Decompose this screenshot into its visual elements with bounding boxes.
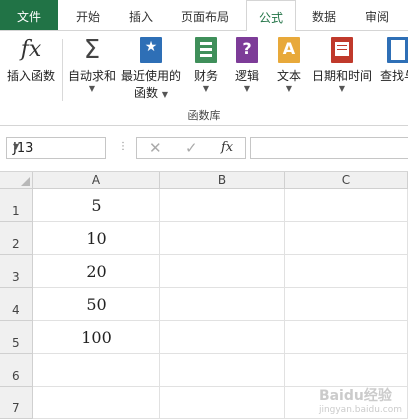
cell-b4[interactable] bbox=[160, 288, 285, 321]
tab-insert[interactable]: 插入 bbox=[118, 0, 164, 30]
cell-a7[interactable] bbox=[33, 387, 160, 419]
tab-review[interactable]: 审阅 bbox=[354, 0, 400, 30]
enter-check-icon[interactable]: ✓ bbox=[185, 139, 198, 157]
row-header-7[interactable]: 7 bbox=[0, 387, 33, 419]
chevron-down-icon: ▼ bbox=[202, 84, 210, 93]
column-header-c[interactable]: C bbox=[285, 172, 408, 189]
cell-b7[interactable] bbox=[160, 387, 285, 419]
logical-button[interactable]: ? 逻辑 ▼ bbox=[230, 35, 264, 94]
cell-a6[interactable] bbox=[33, 354, 160, 387]
star-book-icon: ★ bbox=[120, 35, 182, 65]
lookup-button[interactable]: 查找与 bbox=[376, 35, 408, 84]
text-book-icon: A bbox=[272, 35, 306, 65]
cell-a3[interactable]: 20 bbox=[33, 255, 160, 288]
cell-c1[interactable] bbox=[285, 189, 408, 222]
cell-a4[interactable]: 50 bbox=[33, 288, 160, 321]
insert-function-label: 插入函数 bbox=[6, 69, 55, 83]
cell-c6[interactable] bbox=[285, 354, 408, 387]
fx-icon: fx bbox=[20, 37, 42, 62]
row-header-2[interactable]: 2 bbox=[0, 222, 33, 255]
formula-buttons: ✕ ✓ fx bbox=[136, 137, 246, 159]
cell-b6[interactable] bbox=[160, 354, 285, 387]
financial-book-icon bbox=[188, 35, 224, 65]
lookup-book-icon bbox=[376, 35, 408, 65]
lookup-label: 查找与 bbox=[379, 69, 408, 83]
row-header-5[interactable]: 5 bbox=[0, 321, 33, 354]
cell-b2[interactable] bbox=[160, 222, 285, 255]
financial-button[interactable]: 财务 ▼ bbox=[188, 35, 224, 94]
chevron-down-icon: ▼ bbox=[243, 84, 251, 93]
formula-bar: J13 ▼ ⋮ ✕ ✓ fx bbox=[0, 127, 408, 172]
chevron-down-icon: ▼ bbox=[338, 84, 346, 93]
cell-b5[interactable] bbox=[160, 321, 285, 354]
more-dots-icon[interactable]: ⋮ bbox=[118, 141, 128, 152]
select-all-corner[interactable] bbox=[0, 172, 33, 189]
cancel-icon[interactable]: ✕ bbox=[149, 139, 162, 157]
tab-file[interactable]: 文件 bbox=[0, 0, 58, 30]
chevron-down-icon: ▼ bbox=[88, 84, 96, 93]
row-header-3[interactable]: 3 bbox=[0, 255, 33, 288]
separator bbox=[62, 39, 63, 101]
cell-c4[interactable] bbox=[285, 288, 408, 321]
financial-label: 财务 bbox=[193, 69, 218, 83]
cell-b1[interactable] bbox=[160, 189, 285, 222]
tab-formulas[interactable]: 公式 bbox=[246, 0, 296, 32]
ribbon-tab-bar: 文件 开始 插入 页面布局 公式 数据 审阅 bbox=[0, 0, 408, 32]
cell-a5[interactable]: 100 bbox=[33, 321, 160, 354]
sigma-icon: Σ bbox=[83, 35, 101, 65]
text-label: 文本 bbox=[276, 69, 301, 83]
recent-functions-label-1: 最近使用的 bbox=[120, 69, 181, 83]
autosum-label: 自动求和 bbox=[67, 69, 116, 83]
group-label-function-library: 函数库 bbox=[187, 109, 221, 122]
chevron-down-icon: ▼ bbox=[285, 84, 293, 93]
spreadsheet-grid: A B C 1 5 2 10 3 20 4 50 5 100 6 7 Baidu… bbox=[0, 172, 408, 419]
tab-home[interactable]: 开始 bbox=[66, 0, 110, 30]
row-header-1[interactable]: 1 bbox=[0, 189, 33, 222]
name-box[interactable]: J13 ▼ bbox=[6, 137, 106, 159]
cell-c2[interactable] bbox=[285, 222, 408, 255]
logical-label: 逻辑 bbox=[234, 69, 259, 83]
recent-functions-button[interactable]: ★ 最近使用的 函数 ▼ bbox=[120, 35, 182, 101]
datetime-button[interactable]: 日期和时间 ▼ bbox=[310, 35, 374, 94]
cell-a2[interactable]: 10 bbox=[33, 222, 160, 255]
tab-page-layout[interactable]: 页面布局 bbox=[172, 0, 238, 30]
cell-c5[interactable] bbox=[285, 321, 408, 354]
ribbon-formulas: fx 插入函数 Σ 自动求和 ▼ ★ 最近使用的 函数 ▼ 财务 ▼ ? 逻辑 … bbox=[0, 31, 408, 126]
column-header-b[interactable]: B bbox=[160, 172, 285, 189]
tab-data[interactable]: 数据 bbox=[302, 0, 346, 30]
datetime-label: 日期和时间 bbox=[311, 69, 372, 83]
formula-input[interactable] bbox=[250, 137, 408, 159]
calendar-book-icon bbox=[310, 35, 374, 65]
cell-b3[interactable] bbox=[160, 255, 285, 288]
row-header-6[interactable]: 6 bbox=[0, 354, 33, 387]
baidu-watermark: Baidu经验 jingyan.baidu.com bbox=[318, 388, 402, 415]
column-header-a[interactable]: A bbox=[33, 172, 160, 189]
insert-function-button[interactable]: fx 插入函数 bbox=[4, 35, 58, 84]
chevron-down-icon[interactable]: ▼ bbox=[13, 142, 101, 151]
text-button[interactable]: A 文本 ▼ bbox=[272, 35, 306, 94]
logical-book-icon: ? bbox=[230, 35, 264, 65]
row-header-4[interactable]: 4 bbox=[0, 288, 33, 321]
cell-a1[interactable]: 5 bbox=[33, 189, 160, 222]
insert-function-icon[interactable]: fx bbox=[221, 140, 233, 155]
autosum-button[interactable]: Σ 自动求和 ▼ bbox=[66, 35, 118, 94]
recent-functions-label-2: 函数 ▼ bbox=[134, 86, 168, 100]
cell-c3[interactable] bbox=[285, 255, 408, 288]
